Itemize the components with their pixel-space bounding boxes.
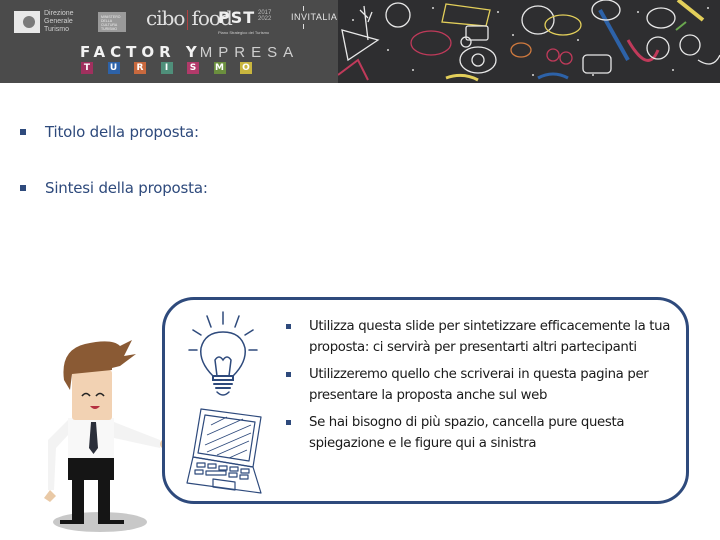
pst-title: PST — [218, 8, 256, 27]
logo-separator — [187, 9, 189, 30]
pizza-slice-doodle — [341, 29, 380, 62]
face — [72, 370, 112, 420]
beet-bowl-doodle — [410, 30, 452, 56]
watermelon-doodle — [337, 58, 369, 81]
pineapple-doodle — [521, 5, 555, 35]
turismo-tiles: TURISMO — [81, 62, 267, 74]
logo-invitalia: INVITALIA — [291, 6, 338, 29]
tile-letter-o: O — [240, 62, 252, 74]
bullet-square-icon — [20, 185, 26, 191]
lemon-doodle — [445, 73, 479, 82]
brand-part-2: MPRESA — [199, 44, 300, 61]
logo-ministero: MINISTERO DELLA CULTURA TURISMO — [98, 12, 126, 32]
tile-letter-u: U — [107, 62, 120, 74]
right-shoe — [98, 520, 124, 524]
cheese-doodle — [441, 3, 491, 27]
cibo-text: cibo — [146, 6, 185, 30]
left-hand — [44, 490, 56, 502]
tomato-doodle — [385, 2, 411, 28]
chalk-dots — [352, 7, 709, 76]
cherry-doodle — [546, 48, 560, 62]
logo-direzione-generale-turismo: Direzione Generale Turismo — [14, 10, 82, 34]
tile-letter-m: M — [213, 62, 226, 74]
right-arm — [114, 422, 160, 448]
left-shoe — [60, 520, 84, 524]
bullet-square-icon — [286, 420, 291, 425]
proposal-fields: Titolo della proposta: Sintesi della pro… — [18, 123, 208, 235]
brand-factor-ympresa: FACTOR YMPRESA — [80, 43, 299, 61]
instruction-text: Utilizza questa slide per sintetizzare e… — [309, 319, 671, 355]
food-doodles-image — [337, 0, 720, 83]
bread-doodle — [544, 14, 582, 36]
proposal-title-label: Titolo della proposta: — [45, 123, 199, 141]
republic-emblem-icon — [14, 11, 40, 33]
meat-doodle — [510, 42, 532, 58]
partner-logos: Direzione Generale Turismo MINISTERO DEL… — [0, 0, 340, 40]
proposal-title-field[interactable]: Titolo della proposta: — [18, 123, 208, 179]
bullet-square-icon — [286, 372, 291, 377]
proposal-summary-label: Sintesi della proposta: — [45, 179, 208, 197]
instruction-item: Se hai bisogno di più spazio, cancella p… — [285, 412, 685, 454]
bullet-square-icon — [20, 129, 26, 135]
dgt-text: Direzione Generale Turismo — [44, 10, 74, 33]
fish-doodle — [537, 72, 569, 80]
instruction-text: Utilizzeremo quello che scriverai in que… — [309, 367, 649, 403]
tile-letter-i: I — [160, 62, 173, 74]
doodles-svg — [337, 0, 720, 82]
shrimp-doodle — [697, 54, 720, 65]
egg-white-doodle — [459, 46, 497, 74]
laptop-icon — [186, 408, 262, 494]
tile-letter-t: T — [81, 62, 93, 74]
pants — [68, 455, 114, 480]
bullet-square-icon — [286, 324, 291, 329]
pst-subtitle: Piano Strategico del Turismo — [218, 30, 270, 35]
instructions-list: Utilizza questa slide per sintetizzare e… — [285, 316, 685, 460]
brand-part-1: FACTOR Y — [80, 43, 202, 61]
presenter-man-illustration — [44, 340, 180, 532]
cheese-wheel-doodle — [646, 7, 676, 29]
jar-doodle — [646, 36, 670, 60]
header-banner: Direzione Generale Turismo MINISTERO DEL… — [0, 0, 720, 83]
left-arm — [48, 420, 68, 490]
proposal-summary-field[interactable]: Sintesi della proposta: — [18, 179, 208, 235]
instruction-text: Se hai bisogno di più spazio, cancella p… — [309, 415, 625, 451]
instruction-item: Utilizzeremo quello che scriverai in que… — [285, 364, 685, 406]
sardine-can-doodle — [582, 54, 612, 74]
instructions-box: Utilizza questa slide per sintetizzare e… — [162, 297, 689, 504]
apple-doodle — [679, 34, 701, 56]
egg-yolk-doodle — [471, 53, 485, 67]
pst-years: 2017 2022 — [258, 10, 272, 22]
baguette-doodle — [676, 0, 705, 22]
tile-letter-r: R — [134, 62, 146, 74]
tile-letter-s: S — [187, 62, 199, 74]
lightbulb-icon — [188, 311, 258, 396]
leaf-doodle — [675, 21, 687, 31]
instruction-item: Utilizza questa slide per sintetizzare e… — [285, 316, 685, 358]
logo-pst: PST 2017 2022 Piano Strategico del Turis… — [218, 8, 271, 35]
